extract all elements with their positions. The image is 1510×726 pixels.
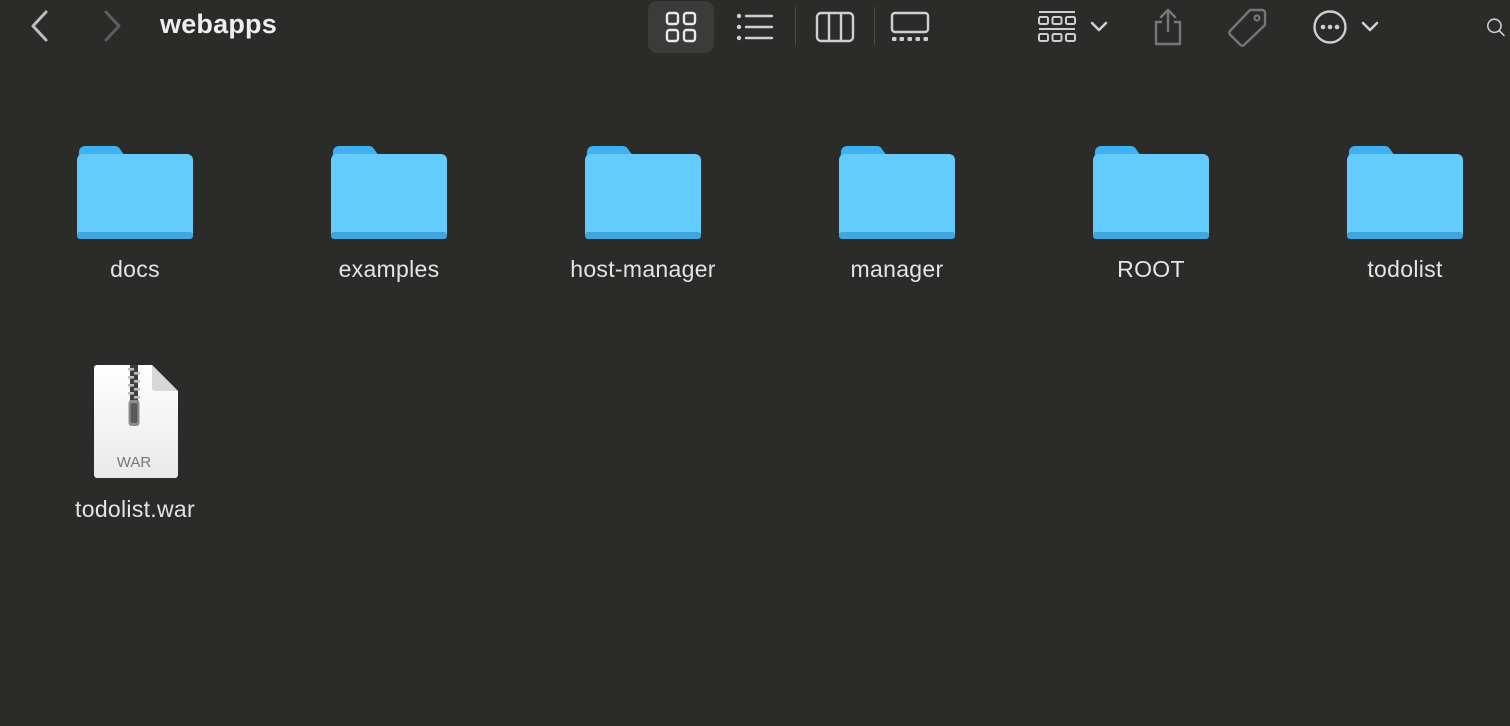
- finder-window: webapps docs examples host-manager manag…: [0, 0, 1510, 726]
- icon-view-button[interactable]: [648, 1, 714, 53]
- list-view-button[interactable]: [726, 1, 784, 53]
- folder-item[interactable]: ROOT: [1051, 122, 1251, 283]
- item-label: host-manager: [570, 256, 716, 282]
- list-view-icon: [736, 13, 774, 41]
- ellipsis-circle-icon: [1313, 10, 1347, 44]
- folder-icon: [1051, 122, 1251, 240]
- group-by-icon: [1038, 11, 1076, 42]
- folder-icon: [543, 122, 743, 240]
- item-label: manager: [850, 256, 944, 282]
- search-button[interactable]: [1476, 1, 1510, 53]
- folder-item[interactable]: examples: [289, 122, 489, 283]
- item-label: todolist.war: [75, 496, 195, 522]
- folder-item[interactable]: todolist: [1305, 122, 1505, 283]
- toolbar: webapps: [0, 0, 1510, 54]
- chevron-right-icon: [104, 10, 121, 42]
- folder-icon: [289, 122, 489, 240]
- forward-button[interactable]: [94, 6, 130, 46]
- more-actions-button[interactable]: [1306, 1, 1386, 53]
- column-view-button[interactable]: [806, 1, 864, 53]
- gallery-view-icon: [890, 11, 930, 41]
- column-view-icon: [815, 11, 855, 43]
- tag-icon: [1228, 8, 1267, 47]
- item-label: todolist: [1367, 256, 1443, 282]
- folder-icon: [797, 122, 997, 240]
- folder-item[interactable]: manager: [797, 122, 997, 283]
- toolbar-divider: [874, 7, 875, 45]
- icon-view-icon: [665, 11, 697, 43]
- tag-button[interactable]: [1222, 1, 1272, 53]
- group-button[interactable]: [1030, 1, 1116, 53]
- item-label: docs: [110, 256, 160, 282]
- chevron-down-icon: [1361, 21, 1379, 32]
- back-button[interactable]: [22, 6, 58, 46]
- archive-item[interactable]: WAR todolist.war: [35, 352, 235, 523]
- chevron-left-icon: [31, 10, 48, 42]
- share-button[interactable]: [1144, 1, 1192, 53]
- gallery-view-button[interactable]: [880, 1, 940, 53]
- window-title: webapps: [160, 9, 277, 39]
- toolbar-divider: [795, 7, 796, 45]
- zip-archive-icon: WAR: [35, 352, 235, 480]
- war-badge: WAR: [117, 454, 152, 471]
- item-label: ROOT: [1117, 256, 1185, 282]
- share-icon: [1154, 8, 1182, 46]
- icon-grid: docs examples host-manager manager ROOT …: [0, 54, 1510, 726]
- folder-icon: [35, 122, 235, 240]
- item-label: examples: [338, 256, 440, 282]
- chevron-down-icon: [1090, 21, 1108, 32]
- folder-item[interactable]: docs: [35, 122, 235, 283]
- folder-icon: [1305, 122, 1505, 240]
- folder-item[interactable]: host-manager: [543, 122, 743, 283]
- search-icon: [1487, 18, 1505, 37]
